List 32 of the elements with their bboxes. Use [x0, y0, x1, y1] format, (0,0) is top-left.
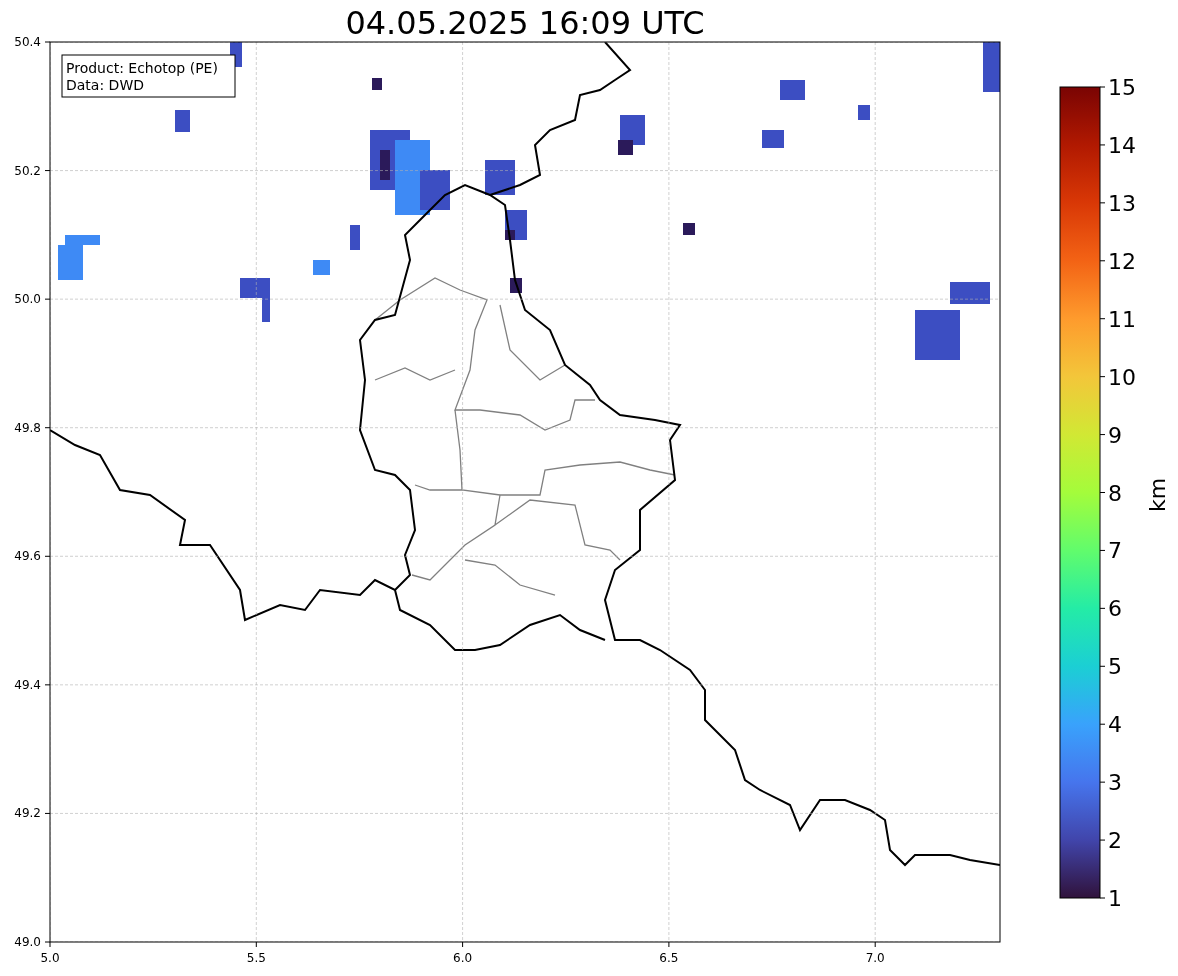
axis-tick-label: 5.5 [246, 951, 266, 965]
axis-tick-label: 49.6 [14, 549, 41, 564]
colorbar-tick-label: 4 [1108, 712, 1122, 738]
colorbar-tick-label: 9 [1108, 422, 1122, 448]
info-text: Product: Echotop (PE) [66, 60, 218, 76]
colorbar-tick-label: 3 [1108, 770, 1122, 796]
colorbar-tick-label: 10 [1108, 364, 1136, 390]
colorbar-label: km [1145, 477, 1170, 513]
axis-tick-label: 50.0 [14, 292, 41, 307]
colorbar-tick-label: 7 [1108, 538, 1122, 564]
axis-tick-label: 50.4 [14, 35, 41, 49]
info-text: Data: DWD [66, 77, 144, 93]
axis-tick-label: 49.0 [14, 935, 41, 949]
colorbar-tick-label: 8 [1108, 480, 1122, 506]
axis-tick-label: 5.0 [40, 951, 60, 965]
axis-tick-label: 49.4 [14, 677, 41, 692]
axis-tick-label: 6.0 [453, 951, 473, 965]
axis-tick-label: 6.5 [659, 951, 679, 965]
colorbar-tick-label: 5 [1108, 654, 1122, 680]
colorbar-tick-label: 6 [1108, 596, 1122, 622]
colorbar-tick-label: 14 [1108, 132, 1136, 158]
axis-tick-label: 49.8 [14, 420, 41, 435]
colorbar-tick-label: 1 [1108, 886, 1122, 911]
colorbar-tick-label: 2 [1108, 828, 1122, 854]
colorbar-tick-label: 15 [1108, 75, 1136, 100]
axis-tick-label: 49.2 [14, 806, 41, 821]
axis-tick-label: 50.2 [14, 163, 41, 178]
colorbar-tick-label: 12 [1108, 248, 1136, 274]
colorbar-tick-label: 13 [1108, 190, 1136, 216]
axis-tick-label: 7.0 [865, 951, 885, 965]
chart-title: 04.05.2025 16:09 UTC [345, 4, 705, 42]
colorbar-tick-label: 11 [1108, 306, 1136, 332]
